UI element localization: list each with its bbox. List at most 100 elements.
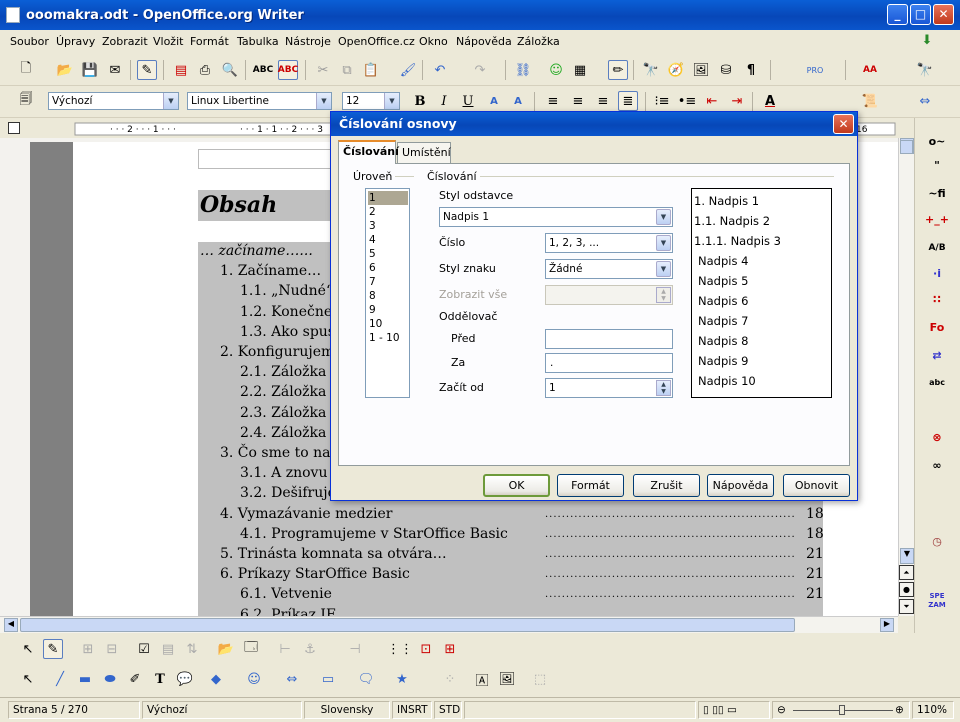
level-list-item[interactable]: 1 - 10 bbox=[368, 331, 400, 345]
edit-object-icon[interactable]: ✎ bbox=[43, 639, 63, 659]
toc-entry[interactable]: … začíname…... bbox=[200, 243, 313, 259]
scroll-icon[interactable]: 📜 bbox=[860, 91, 880, 111]
view-layout-icons[interactable]: ▯ ▯▯ ▭ bbox=[698, 701, 770, 719]
styles-icon[interactable]: 🗐 bbox=[16, 91, 36, 111]
basic-shapes-icon[interactable]: ◆ bbox=[206, 669, 226, 689]
toc-entry[interactable]: 2. Konfigurujem bbox=[220, 344, 334, 360]
guides-icon[interactable]: ⊡ bbox=[416, 639, 436, 659]
extrusion-icon[interactable]: ⬚ bbox=[530, 669, 550, 689]
remove-link-icon[interactable]: ⊗ bbox=[925, 428, 949, 448]
formatting-marks-icon[interactable]: ¶ bbox=[741, 60, 761, 80]
text-icon[interactable]: T bbox=[150, 669, 170, 689]
level-list-item[interactable]: 5 bbox=[368, 247, 376, 261]
level-list-item[interactable]: 7 bbox=[368, 275, 376, 289]
snap-icon[interactable]: ⊞ bbox=[440, 639, 460, 659]
header-field[interactable] bbox=[198, 149, 338, 169]
select-icon[interactable]: ↖ bbox=[18, 639, 38, 659]
italic-icon[interactable]: I bbox=[434, 91, 454, 111]
save-icon[interactable]: 💾 bbox=[80, 60, 100, 80]
rtool-item-6[interactable]: ·i bbox=[925, 264, 949, 284]
open-form-icon[interactable]: 📂 bbox=[216, 639, 236, 659]
rtool-item-4[interactable]: +_+ bbox=[925, 210, 949, 230]
previous-page-icon[interactable]: ⏶ bbox=[899, 565, 914, 580]
rtool-item-8[interactable]: Fo bbox=[925, 318, 949, 338]
table-icon[interactable]: ▦ bbox=[570, 60, 590, 80]
menu-tools[interactable]: Nástroje bbox=[285, 35, 331, 48]
menu-format[interactable]: Formát bbox=[190, 35, 229, 48]
format-button[interactable]: Formát bbox=[557, 474, 624, 497]
group-icon[interactable]: ⊞ bbox=[78, 639, 98, 659]
fontwork-icon[interactable]: 🄰 bbox=[472, 669, 492, 689]
pro-icon[interactable]: PRO bbox=[805, 60, 825, 80]
toc-entry[interactable]: 5. Trinásta komnata sa otvára… bbox=[220, 546, 447, 562]
undo-icon[interactable]: ↶ bbox=[430, 60, 450, 80]
update-icon[interactable]: ⬇ bbox=[917, 30, 937, 50]
menu-bookmark[interactable]: Záložka bbox=[517, 35, 560, 48]
status-page[interactable]: Strana 5 / 270 bbox=[8, 701, 140, 719]
ellipse-icon[interactable]: ⬬ bbox=[100, 669, 120, 689]
toc-entry[interactable]: 1.1. „Nudné“ bbox=[240, 283, 333, 299]
symbol-shapes-icon[interactable]: ☺ bbox=[244, 669, 264, 689]
increase-indent-icon[interactable]: ⇥ bbox=[727, 91, 747, 111]
case-icon[interactable]: AA bbox=[860, 60, 880, 80]
redo-icon[interactable]: ↷ bbox=[470, 60, 490, 80]
align-left-icon[interactable]: ≡ bbox=[543, 91, 563, 111]
bold-icon[interactable]: B bbox=[410, 91, 430, 111]
copy-icon[interactable]: ⧉ bbox=[337, 60, 357, 80]
navigator-compass-icon[interactable]: 🧭 bbox=[666, 60, 686, 80]
level-list-item[interactable]: 9 bbox=[368, 303, 376, 317]
scroll-right-icon[interactable]: ▶ bbox=[880, 618, 894, 632]
arrows-icon[interactable]: ⇔ bbox=[915, 91, 935, 111]
stars-icon[interactable]: ★ bbox=[392, 669, 412, 689]
open-icon[interactable]: 📂 bbox=[55, 60, 75, 80]
status-selection-mode[interactable]: STD bbox=[434, 701, 462, 719]
zoom-slider[interactable]: ⊖ ⊕ bbox=[772, 701, 910, 719]
format-paintbrush-icon[interactable]: 🖌 bbox=[398, 60, 418, 80]
export-pdf-icon[interactable]: ▤ bbox=[171, 60, 191, 80]
print-icon[interactable]: ⎙ bbox=[195, 60, 215, 80]
spe-zam-icon[interactable]: SPE ZAM bbox=[925, 592, 949, 612]
show-all-spinner[interactable]: ▲ ▼ bbox=[545, 285, 673, 305]
distribute-icon[interactable]: ⊣ bbox=[345, 639, 365, 659]
toc-entry[interactable]: 4. Vymazávanie medzier bbox=[220, 506, 392, 522]
reset-button[interactable]: Obnovit bbox=[783, 474, 850, 497]
cut-icon[interactable]: ✂ bbox=[313, 60, 333, 80]
before-input[interactable] bbox=[545, 329, 673, 349]
shadow-icon[interactable]: A bbox=[484, 91, 504, 111]
draw-select-icon[interactable]: ↖ bbox=[18, 669, 38, 689]
menu-openoffice-cz[interactable]: OpenOffice.cz bbox=[338, 35, 415, 48]
print-preview-icon[interactable]: 🔍 bbox=[220, 60, 240, 80]
close-button[interactable]: ✕ bbox=[933, 4, 954, 25]
status-insert-mode[interactable]: INSRT bbox=[392, 701, 432, 719]
bullets-icon[interactable]: •≡ bbox=[677, 91, 697, 111]
clock-icon[interactable]: ◷ bbox=[925, 532, 949, 552]
navigation-icon[interactable]: ● bbox=[899, 582, 914, 597]
hscroll-thumb[interactable] bbox=[20, 618, 795, 632]
toc-entry[interactable]: 6.1. Vetvenie bbox=[240, 586, 332, 602]
menu-file[interactable]: Soubor bbox=[10, 35, 49, 48]
new-document-icon[interactable]: 🗋 bbox=[16, 60, 36, 80]
spellcheck-icon[interactable]: ABC bbox=[253, 60, 273, 80]
find-bar-icon[interactable]: 🔭 bbox=[915, 60, 935, 80]
freeform-icon[interactable]: ✐ bbox=[125, 669, 145, 689]
after-input[interactable]: . bbox=[545, 353, 673, 373]
justify-icon[interactable]: ≣ bbox=[618, 91, 638, 111]
character-style-dropdown[interactable]: Žádné ▼ bbox=[545, 259, 673, 279]
toc-entry[interactable]: 1.2. Konečne bbox=[240, 304, 332, 320]
toc-entry[interactable]: 2.2. Záložka , bbox=[240, 384, 335, 400]
link-icon[interactable]: ∞ bbox=[925, 456, 949, 476]
horizontal-scrollbar[interactable]: ◀ ▶ bbox=[0, 616, 898, 633]
toc-entry[interactable]: 2.4. Záložka , bbox=[240, 425, 335, 441]
level-list-item[interactable]: 2 bbox=[368, 205, 376, 219]
level-list[interactable]: 1 2 3 4 5 6 7 8 9 10 1 - 10 bbox=[365, 188, 410, 398]
next-page-icon[interactable]: ⏷ bbox=[899, 599, 914, 614]
rtool-item-2[interactable]: " bbox=[925, 156, 949, 176]
ungroup-icon[interactable]: ⊟ bbox=[102, 639, 122, 659]
data-sources-icon[interactable]: ⛁ bbox=[716, 60, 736, 80]
toc-entry[interactable]: 4.1. Programujeme v StarOffice Basic bbox=[240, 526, 508, 542]
wizard-icon[interactable]: 🗔 bbox=[241, 639, 261, 659]
rtool-item-3[interactable]: ~fi bbox=[925, 184, 949, 204]
block-arrows-icon[interactable]: ⇔ bbox=[282, 669, 302, 689]
form-design-icon[interactable]: ☑ bbox=[134, 639, 154, 659]
navigator-icon[interactable]: ☺ bbox=[546, 60, 566, 80]
